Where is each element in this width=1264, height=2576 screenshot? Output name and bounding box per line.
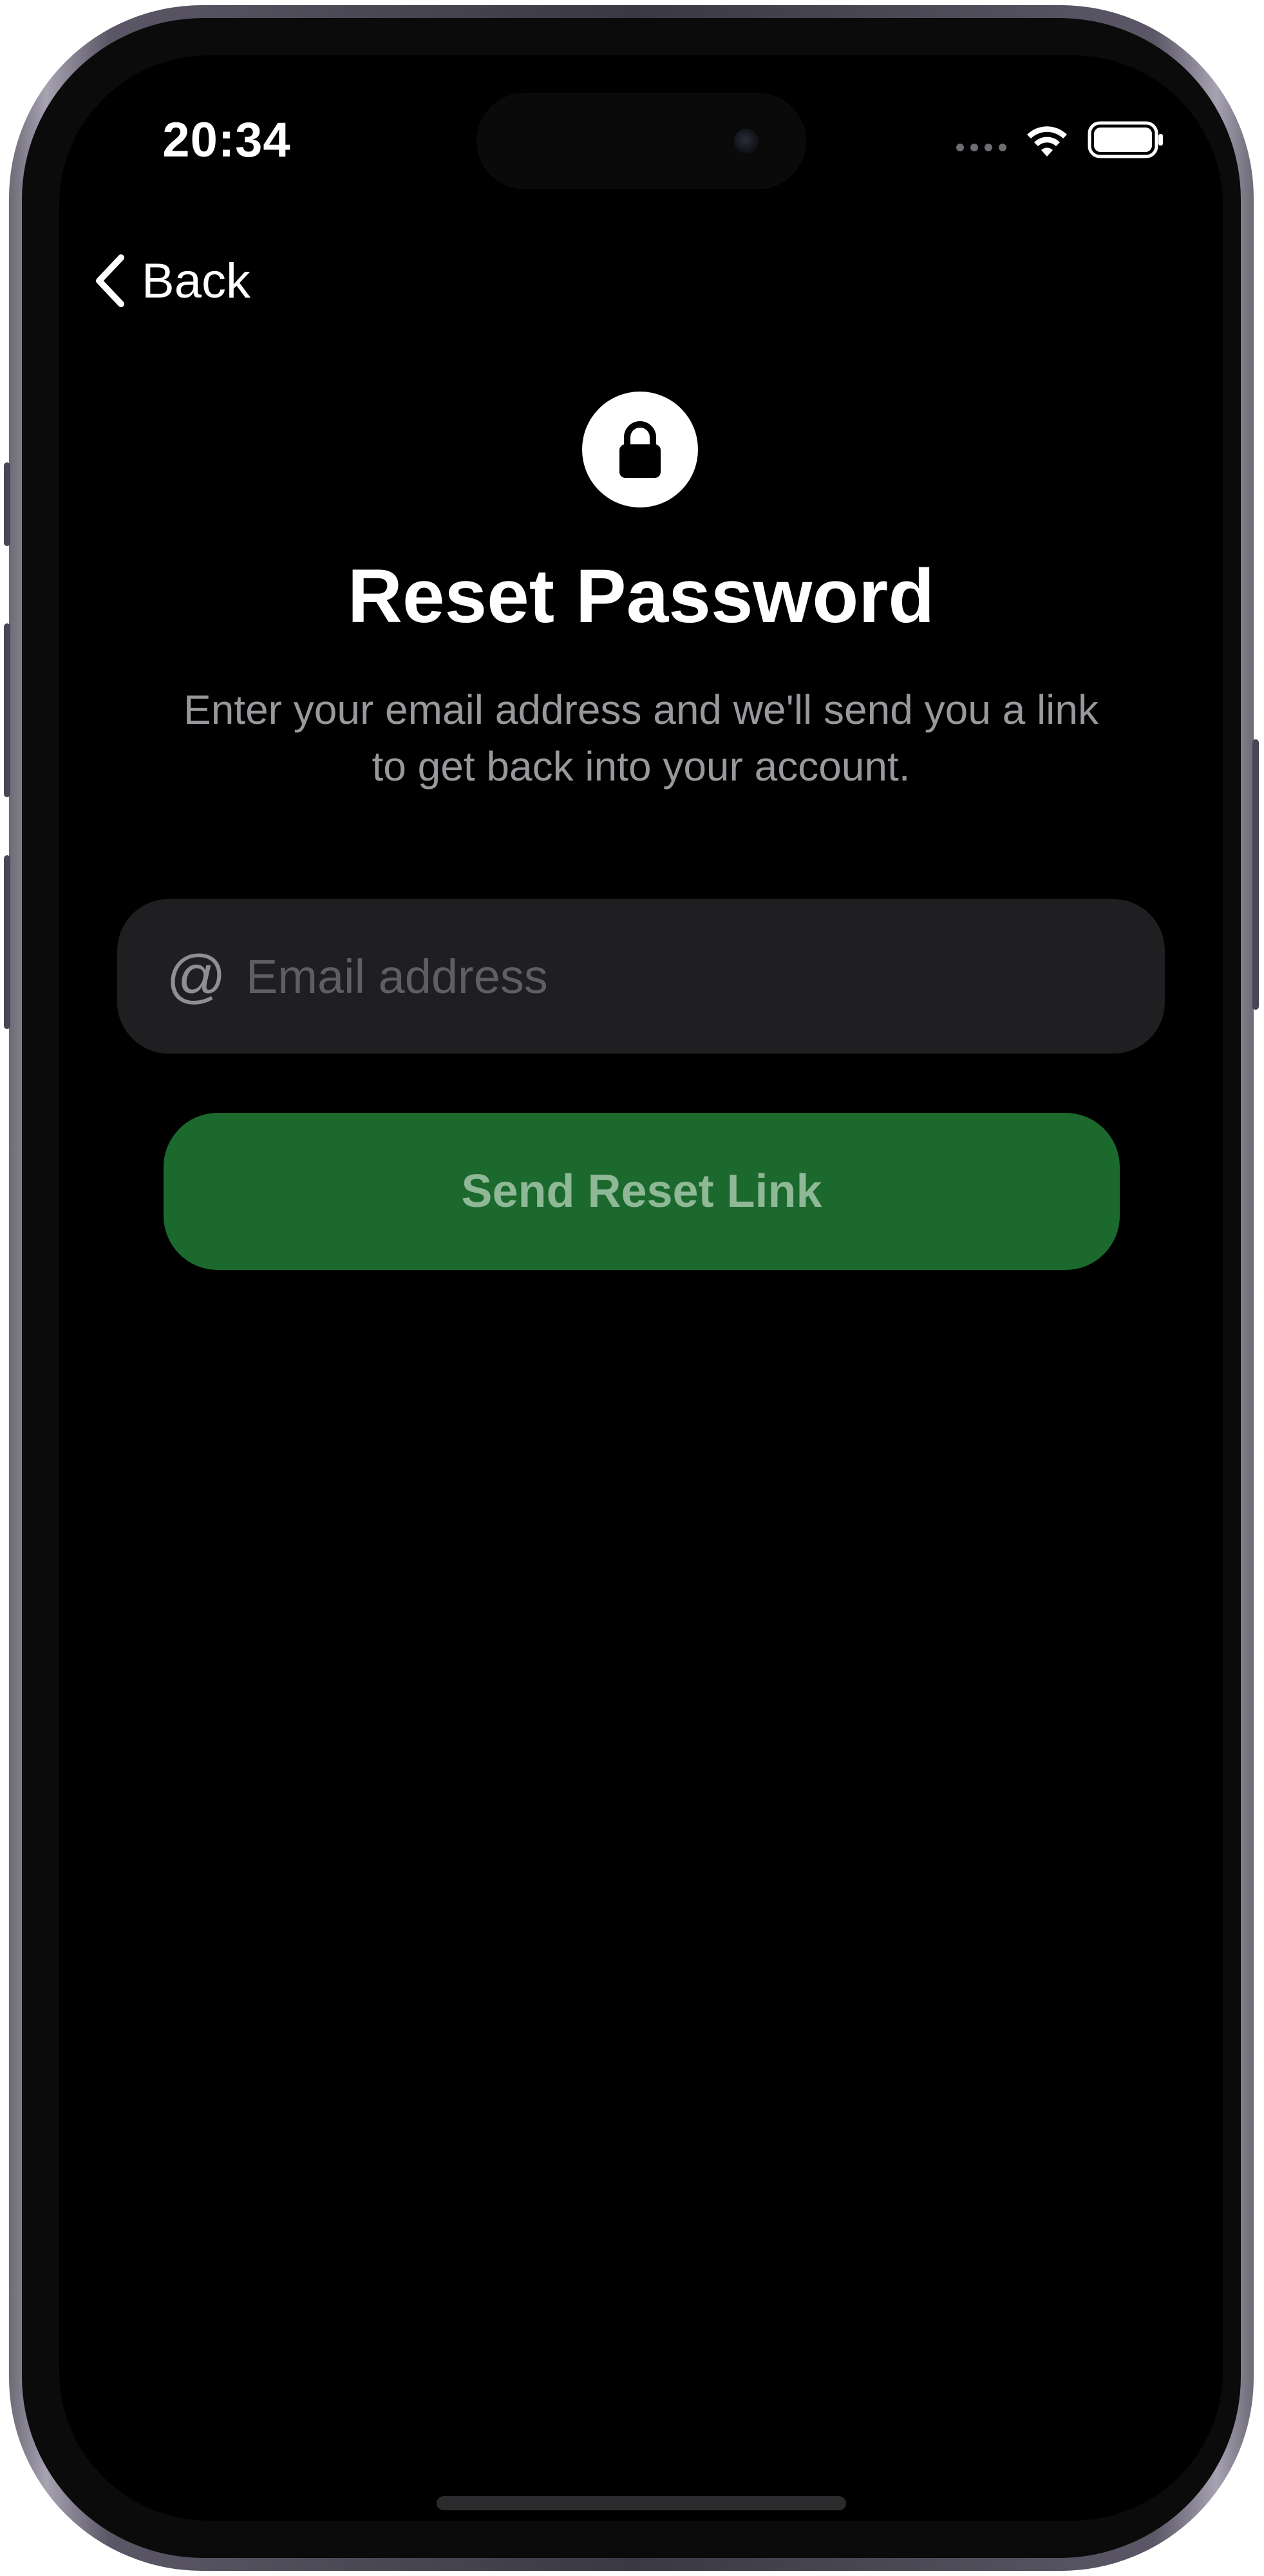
camera-icon [734,129,759,153]
lock-icon [619,421,661,478]
screen: 20:34 Back Reset Password Enter your ema… [59,55,1223,2521]
home-indicator[interactable] [437,2496,846,2510]
chevron-left-icon [96,254,124,307]
page-title: Reset Password [347,554,935,639]
volume-down-button [4,855,10,1029]
action-button [4,462,10,546]
battery-icon [1088,121,1163,158]
back-label: Back [142,253,250,308]
phone-frame: 20:34 Back Reset Password Enter your ema… [4,5,1259,2571]
lock-badge [582,392,698,507]
email-field[interactable]: @ [117,899,1165,1054]
send-reset-link-label: Send Reset Link [461,1166,822,1217]
volume-up-button [4,623,10,797]
power-button [1252,739,1259,1010]
status-time: 20:34 [162,113,291,167]
dynamic-island [476,93,806,189]
page-subtitle: Enter your email address and we'll send … [184,687,1099,790]
send-reset-link-button[interactable]: Send Reset Link [164,1113,1120,1270]
status-icons [956,117,1165,162]
back-button[interactable]: Back [93,242,250,319]
cellular-signal-icon [956,144,1006,151]
at-icon: @ [166,943,227,1009]
email-input[interactable] [246,938,1165,1015]
wifi-icon [1027,126,1067,156]
